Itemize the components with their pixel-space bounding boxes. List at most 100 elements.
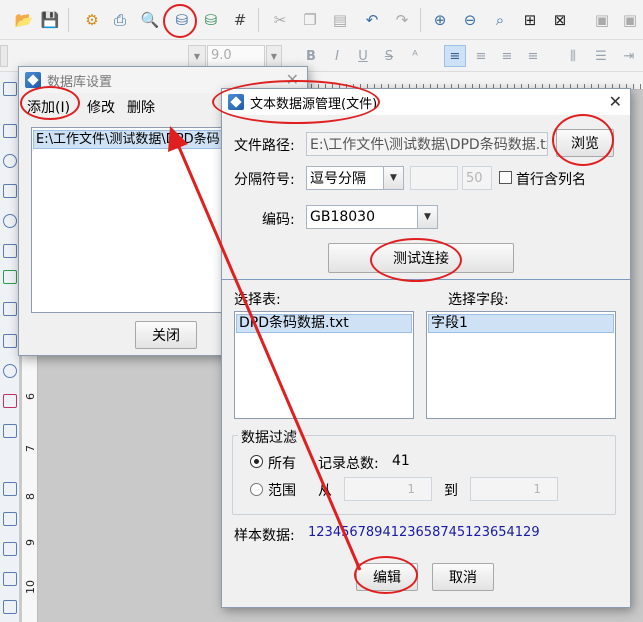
ruler-mark: 9 [24, 539, 37, 546]
filter-all-radio[interactable] [250, 455, 263, 468]
table-list-item[interactable]: DPD条码数据.txt [236, 314, 412, 333]
chevron-down-icon[interactable]: ▼ [383, 167, 403, 189]
font-name-combo[interactable] [0, 45, 8, 67]
polygon-tool-icon[interactable] [3, 512, 17, 526]
line-spacing-icon[interactable]: ☰ [590, 45, 612, 67]
database-add-icon[interactable]: ⛁ [199, 8, 223, 32]
rect-tool-icon[interactable] [3, 184, 17, 198]
database-icon[interactable]: ⛁ [170, 8, 194, 32]
underline-button[interactable]: U [352, 45, 374, 67]
star-tool-icon[interactable] [3, 572, 17, 586]
size-combo-arrow-icon[interactable]: ▼ [266, 45, 282, 67]
paste-icon[interactable]: ▤ [328, 8, 352, 32]
copy-icon[interactable]: ❐ [298, 8, 322, 32]
cancel-button[interactable]: 取消 [432, 563, 494, 591]
arc-tool-icon[interactable] [3, 482, 17, 496]
distribute-icon[interactable]: ▣ [618, 8, 642, 32]
settings-icon[interactable]: ⚙ [80, 8, 104, 32]
align-right-icon[interactable]: ≡ [496, 45, 518, 67]
toolbar-separator [68, 8, 69, 32]
actual-size-icon[interactable]: ⊠ [548, 8, 572, 32]
database-list-item[interactable]: E:\工作文件\测试数据\DPD条码 [33, 130, 229, 149]
app-logo-icon [25, 72, 41, 88]
file-path-label: 文件路径: [234, 138, 295, 154]
grid-icon[interactable]: # [228, 8, 252, 32]
ellipse-tool-icon[interactable] [3, 154, 17, 168]
close-icon[interactable]: ✕ [609, 92, 622, 111]
filter-group [232, 435, 616, 515]
app-logo-icon [228, 94, 244, 110]
triangle-tool-icon[interactable] [3, 542, 17, 556]
image-tool-icon[interactable] [3, 302, 17, 316]
zoom-in-icon[interactable]: ⊕ [428, 8, 452, 32]
save-icon[interactable]: 💾 [38, 8, 62, 32]
fit-page-icon[interactable]: ⊞ [518, 8, 542, 32]
align-center-icon[interactable]: ≡ [470, 45, 492, 67]
filter-range-radio[interactable] [250, 483, 263, 496]
first-row-header-checkbox[interactable] [499, 171, 512, 184]
font-size-combo[interactable]: 9.0 [207, 45, 265, 67]
sample-data-label: 样本数据: [234, 528, 295, 544]
close-button[interactable]: 关闭 [135, 321, 197, 349]
browse-button[interactable]: 浏览 [556, 129, 614, 157]
encoding-value: GB18030 [310, 209, 375, 225]
italic-button[interactable]: I [326, 45, 348, 67]
barcode-tool-icon[interactable] [3, 244, 17, 258]
file-path-input[interactable]: E:\工作文件\测试数据\DPD条码数据.txt [306, 132, 548, 156]
menu-delete[interactable]: 删除 [127, 97, 155, 117]
toolbar-separator [258, 8, 259, 32]
cut-icon[interactable]: ✂ [268, 8, 292, 32]
spacing-icon[interactable]: ⫼ [562, 45, 584, 67]
table-tool-icon[interactable] [3, 424, 17, 438]
separator-combo[interactable]: 逗号分隔 ▼ [306, 166, 404, 190]
text-tool-icon[interactable] [3, 124, 17, 138]
filter-range-label: 范围 [268, 483, 296, 499]
database-list[interactable]: E:\工作文件\测试数据\DPD条码 [31, 127, 231, 313]
align-icon[interactable]: ▣ [590, 8, 614, 32]
divider [222, 279, 630, 280]
circle-tool-icon[interactable] [3, 214, 17, 228]
print-preview-icon[interactable]: 🔍 [138, 8, 162, 32]
from-input[interactable]: 1 [344, 477, 432, 501]
redo-icon[interactable]: ↷ [390, 8, 414, 32]
print-icon[interactable]: ⎙ [108, 8, 132, 32]
align-left-icon[interactable]: ≡ [444, 45, 466, 67]
font-combo-arrow-icon[interactable]: ▼ [188, 45, 206, 67]
test-connection-button[interactable]: 测试连接 [328, 243, 514, 273]
to-input[interactable]: 1 [470, 477, 558, 501]
qrcode-tool-icon[interactable] [3, 270, 17, 284]
open-icon[interactable]: 📂 [12, 8, 36, 32]
align-justify-icon[interactable]: ≡ [522, 45, 544, 67]
line-tool-icon[interactable] [3, 334, 17, 348]
color-tool-icon[interactable] [3, 394, 17, 408]
field-list[interactable]: 字段1 [426, 311, 616, 419]
bold-button[interactable]: B [300, 45, 322, 67]
select-table-label: 选择表: [234, 292, 281, 308]
database-dialog-title: 数据库设置 [47, 74, 113, 90]
strike-button[interactable]: S [378, 45, 400, 67]
main-toolbar: 📂 💾 ⚙ ⎙ 🔍 ⛁ ⛁ # ✂ ❐ ▤ ↶ ↷ ⊕ ⊖ ⌕ ⊞ ⊠ ▣ ▣ [0, 0, 643, 40]
undo-icon[interactable]: ↶ [360, 8, 384, 32]
shape-tool-icon[interactable] [3, 364, 17, 378]
filter-group-label: 数据过滤 [238, 427, 300, 447]
text-format-icon[interactable]: ᴬ [404, 45, 426, 67]
zoom-out-icon[interactable]: ⊖ [458, 8, 482, 32]
close-icon[interactable]: ✕ [286, 70, 299, 89]
field-list-item[interactable]: 字段1 [428, 314, 614, 333]
menu-edit[interactable]: 修改 [87, 97, 115, 117]
encoding-combo[interactable]: GB18030 ▼ [306, 205, 438, 229]
chevron-down-icon[interactable]: ▼ [417, 206, 437, 228]
edit-button[interactable]: 编辑 [356, 563, 418, 591]
curve-tool-icon[interactable] [3, 600, 17, 614]
select-field-label: 选择字段: [448, 292, 509, 308]
zoom-fit-icon[interactable]: ⌕ [488, 8, 512, 32]
pointer-tool-icon[interactable] [3, 82, 17, 96]
from-label: 从 [318, 483, 332, 499]
indent-icon[interactable]: ⇥ [618, 45, 640, 67]
table-list[interactable]: DPD条码数据.txt [234, 311, 414, 419]
radio-dot [254, 459, 259, 464]
menu-add[interactable]: 添加(I) [27, 97, 70, 117]
ruler-mark: 7 [24, 445, 37, 452]
custom-separator-input[interactable] [410, 166, 458, 190]
separator-number-input[interactable]: 50 [462, 166, 492, 190]
